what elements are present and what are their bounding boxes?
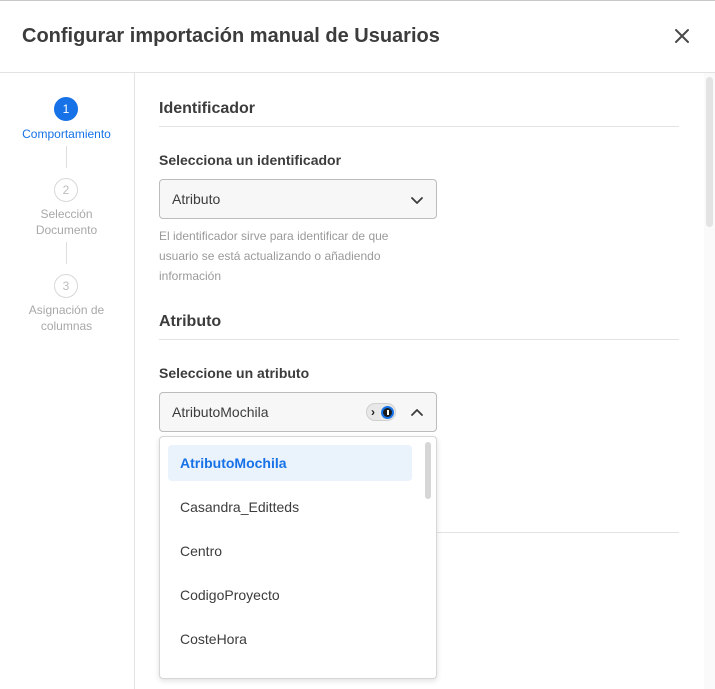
dialog-scrollbar[interactable]	[704, 73, 715, 689]
import-config-dialog: Configurar importación manual de Usuario…	[0, 0, 715, 689]
step-2-label-line1[interactable]: Selección	[0, 206, 133, 222]
extension-badge-icon[interactable]: ›	[366, 403, 396, 421]
identifier-helper-line2: usuario se está actualizando o añadiendo	[159, 249, 381, 263]
attribute-dropdown-list: AtributoMochila Casandra_Editteds Centro…	[159, 436, 437, 679]
step-3-label-line2[interactable]: columnas	[0, 318, 133, 334]
identifier-helper-line1: El identificador sirve para identificar …	[159, 229, 389, 243]
attribute-field-label: Seleccione un atributo	[159, 365, 310, 381]
identifier-field-label: Selecciona un identificador	[159, 152, 342, 168]
wizard-stepper: 1 Comportamiento 2 Selección Documento 3…	[0, 73, 135, 689]
info-icon	[381, 406, 394, 419]
dropdown-option[interactable]: CodigoProyecto	[168, 577, 412, 613]
scrollbar-thumb[interactable]	[706, 77, 713, 227]
chevron-right-icon: ›	[371, 405, 375, 419]
dialog-title: Configurar importación manual de Usuario…	[22, 25, 440, 47]
step-3-label-line1[interactable]: Asignación de	[0, 302, 133, 318]
section-divider	[159, 339, 679, 340]
close-icon[interactable]	[671, 25, 693, 47]
step-2-indicator[interactable]: 2	[54, 178, 78, 202]
identifier-helper-line3: información	[159, 269, 222, 283]
dropdown-option[interactable]: AtributoMochila	[168, 445, 412, 481]
step-2-label-line2[interactable]: Documento	[0, 222, 133, 238]
step-1-label[interactable]: Comportamiento	[0, 126, 133, 142]
step-1-indicator[interactable]: 1	[54, 97, 78, 121]
dropdown-option[interactable]: Centro	[168, 533, 412, 569]
dropdown-scrollbar-thumb[interactable]	[425, 442, 431, 499]
identifier-section-title: Identificador	[159, 100, 256, 117]
attribute-section-title: Atributo	[159, 313, 222, 330]
dialog-header: Configurar importación manual de Usuario…	[0, 1, 715, 73]
identifier-select-value: Atributo	[172, 191, 221, 207]
step-connector	[66, 242, 67, 264]
dropdown-option[interactable]: Casandra_Editteds	[168, 489, 412, 525]
step-connector	[66, 146, 67, 168]
chevron-down-icon	[411, 197, 423, 204]
identifier-select[interactable]: Atributo	[159, 179, 437, 219]
section-divider	[159, 126, 679, 127]
step-3-indicator[interactable]: 3	[54, 274, 78, 298]
attribute-select[interactable]: AtributoMochila ›	[159, 392, 437, 432]
attribute-select-value: AtributoMochila	[172, 404, 269, 420]
dropdown-option[interactable]: CosteHora	[168, 621, 412, 657]
chevron-up-icon[interactable]	[410, 406, 424, 420]
